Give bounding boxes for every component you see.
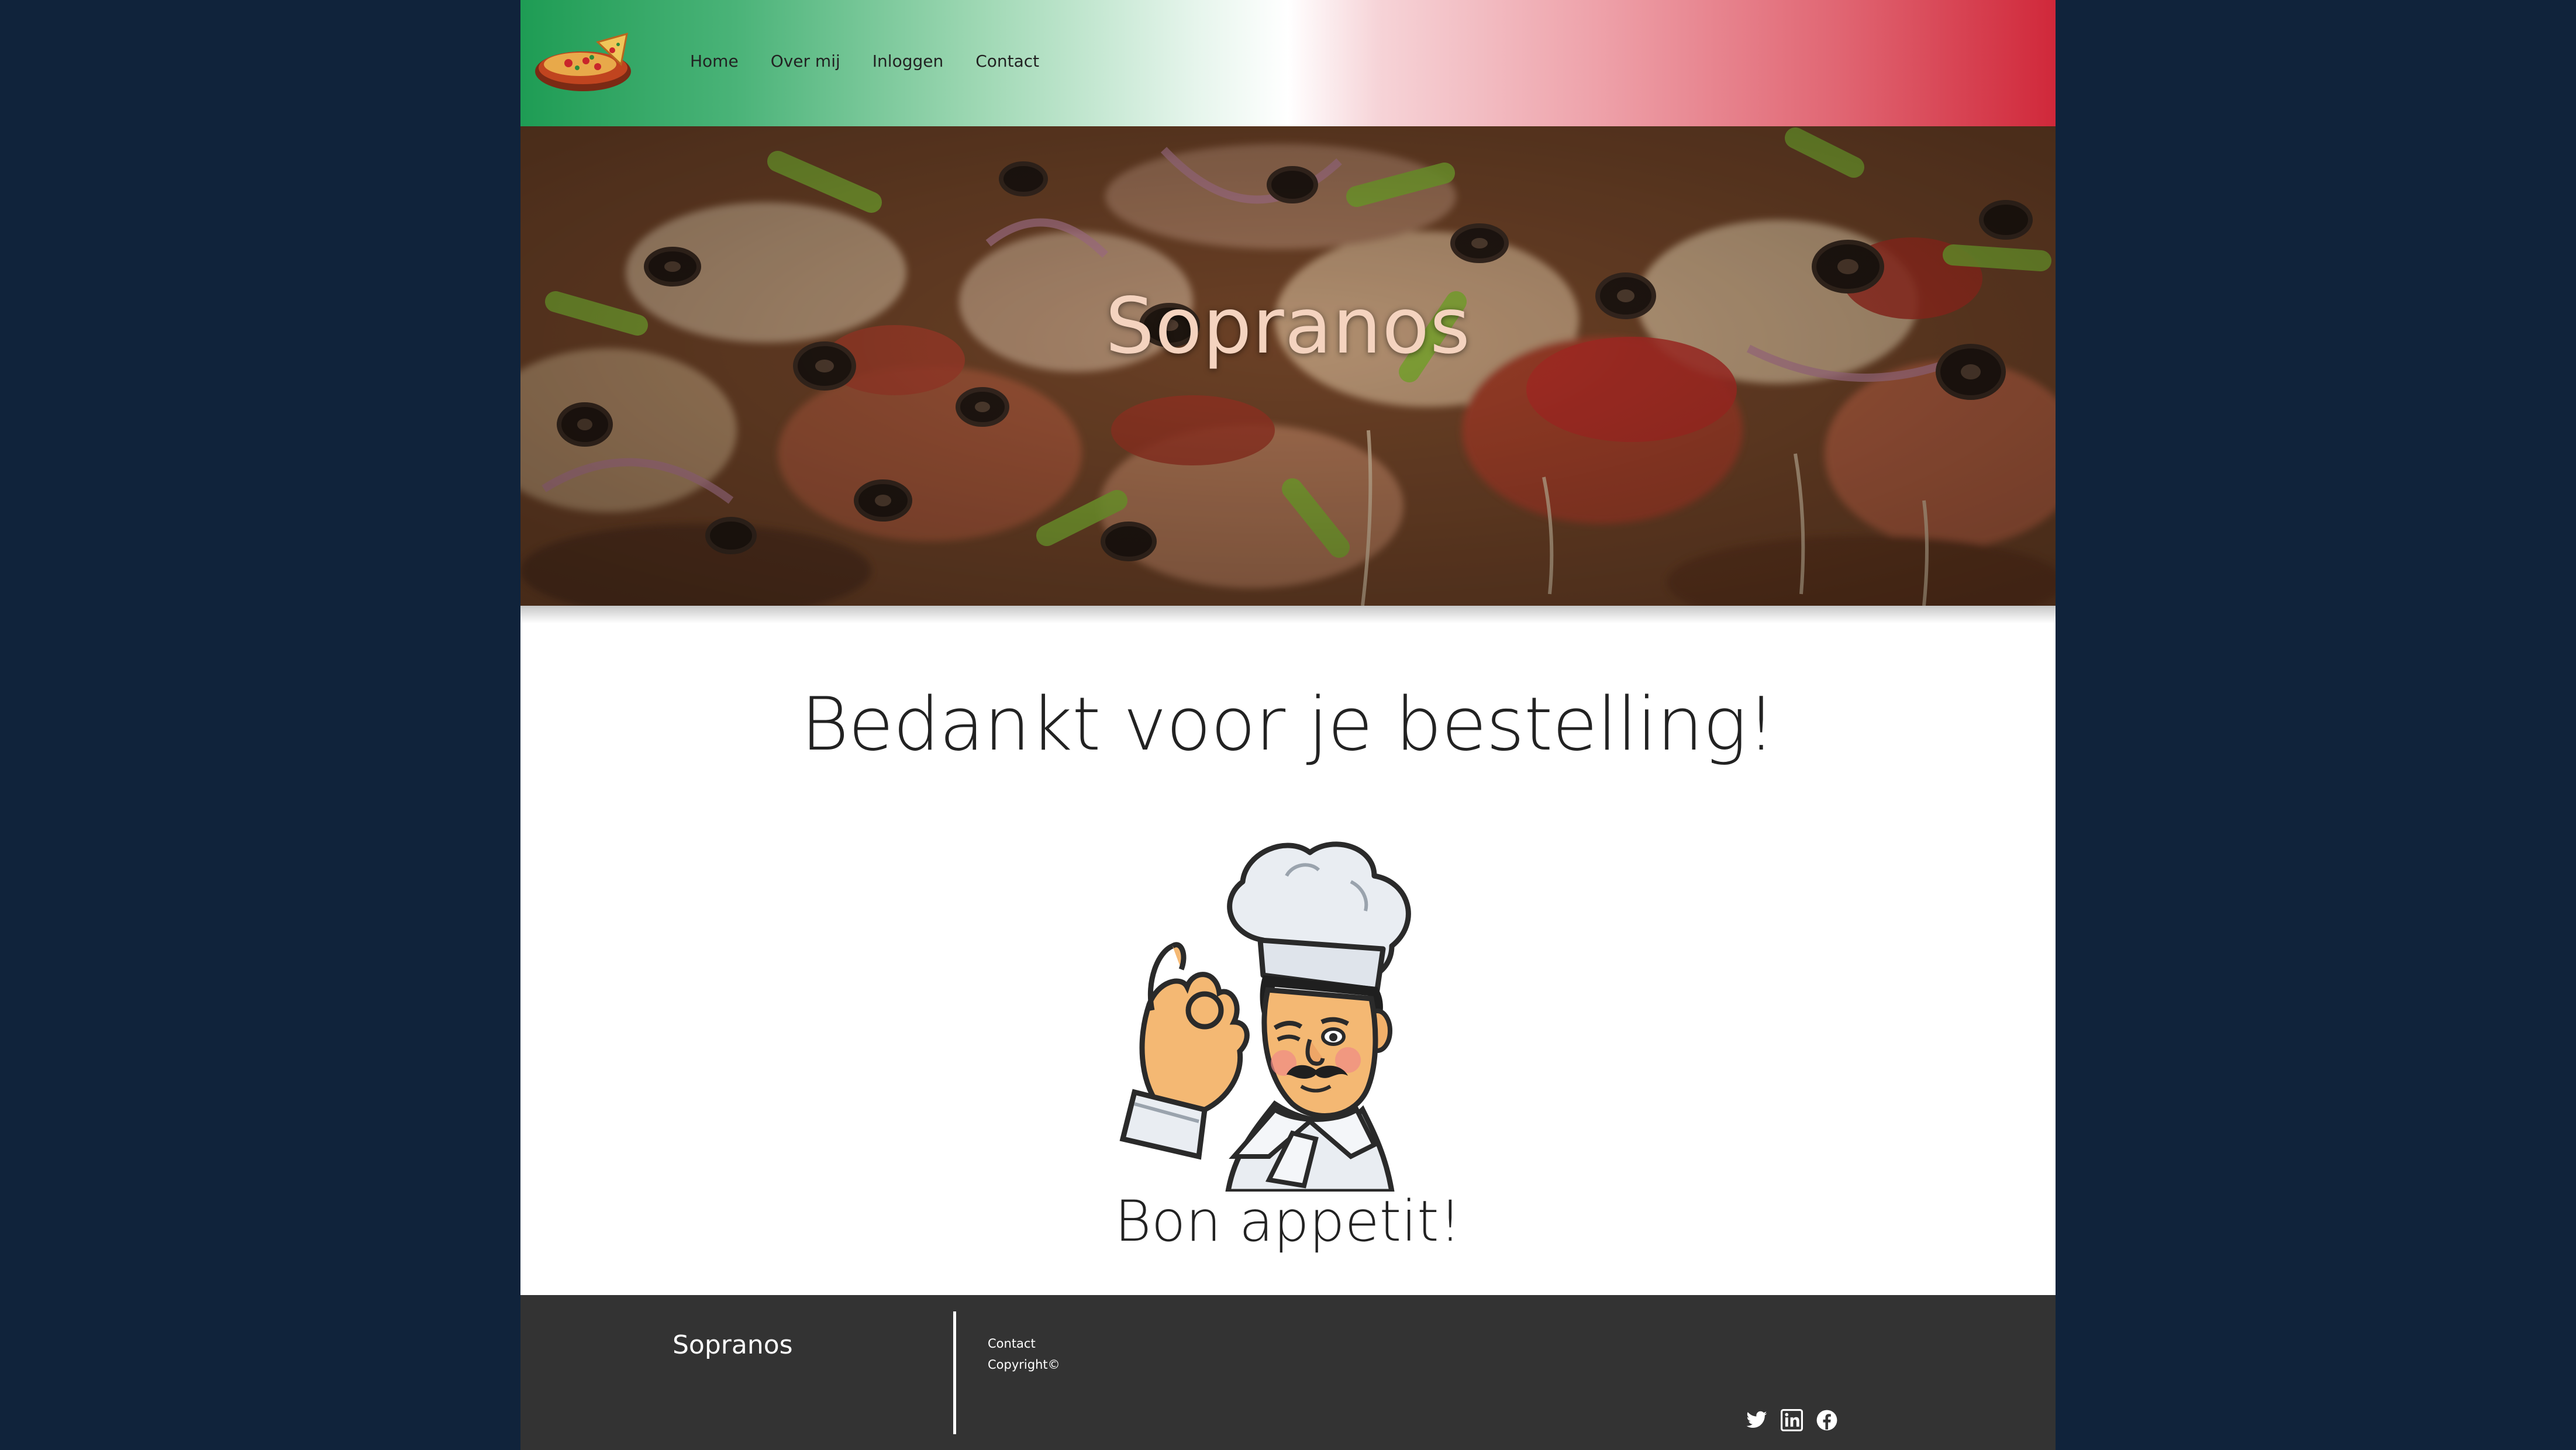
social-links	[1746, 1409, 1838, 1431]
chef-ok-sign-illustration	[1119, 841, 1411, 1192]
footer-copyright: Copyright©	[988, 1358, 1060, 1372]
hero-title: Sopranos	[1105, 281, 1471, 371]
site-header: Home Over mij Inloggen Contact	[520, 0, 2056, 126]
footer-link-contact[interactable]: Contact	[988, 1333, 1060, 1354]
twitter-icon[interactable]	[1746, 1409, 1768, 1431]
hero-shadow	[520, 606, 2056, 623]
bon-appetit-text: Bon appetit!	[1114, 1189, 1462, 1254]
nav-over-mij[interactable]: Over mij	[771, 51, 840, 71]
footer-links: Contact Copyright©	[988, 1333, 1060, 1375]
page: Home Over mij Inloggen Contact Sopranos …	[520, 0, 2056, 1450]
hero-banner: Sopranos	[520, 126, 2056, 606]
linkedin-icon[interactable]	[1781, 1409, 1803, 1431]
nav-inloggen[interactable]: Inloggen	[873, 51, 943, 71]
footer-brand: Sopranos	[673, 1330, 793, 1360]
nav-home[interactable]: Home	[690, 51, 739, 71]
facebook-icon[interactable]	[1816, 1409, 1838, 1431]
pizza-logo-icon[interactable]	[533, 29, 633, 94]
site-footer: Sopranos Contact Copyright©	[520, 1295, 2056, 1450]
main-nav: Home Over mij Inloggen Contact	[690, 51, 1071, 71]
nav-contact[interactable]: Contact	[975, 51, 1039, 71]
footer-divider	[953, 1311, 956, 1434]
thank-you-heading: Bedankt voor je bestelling!	[801, 681, 1776, 767]
